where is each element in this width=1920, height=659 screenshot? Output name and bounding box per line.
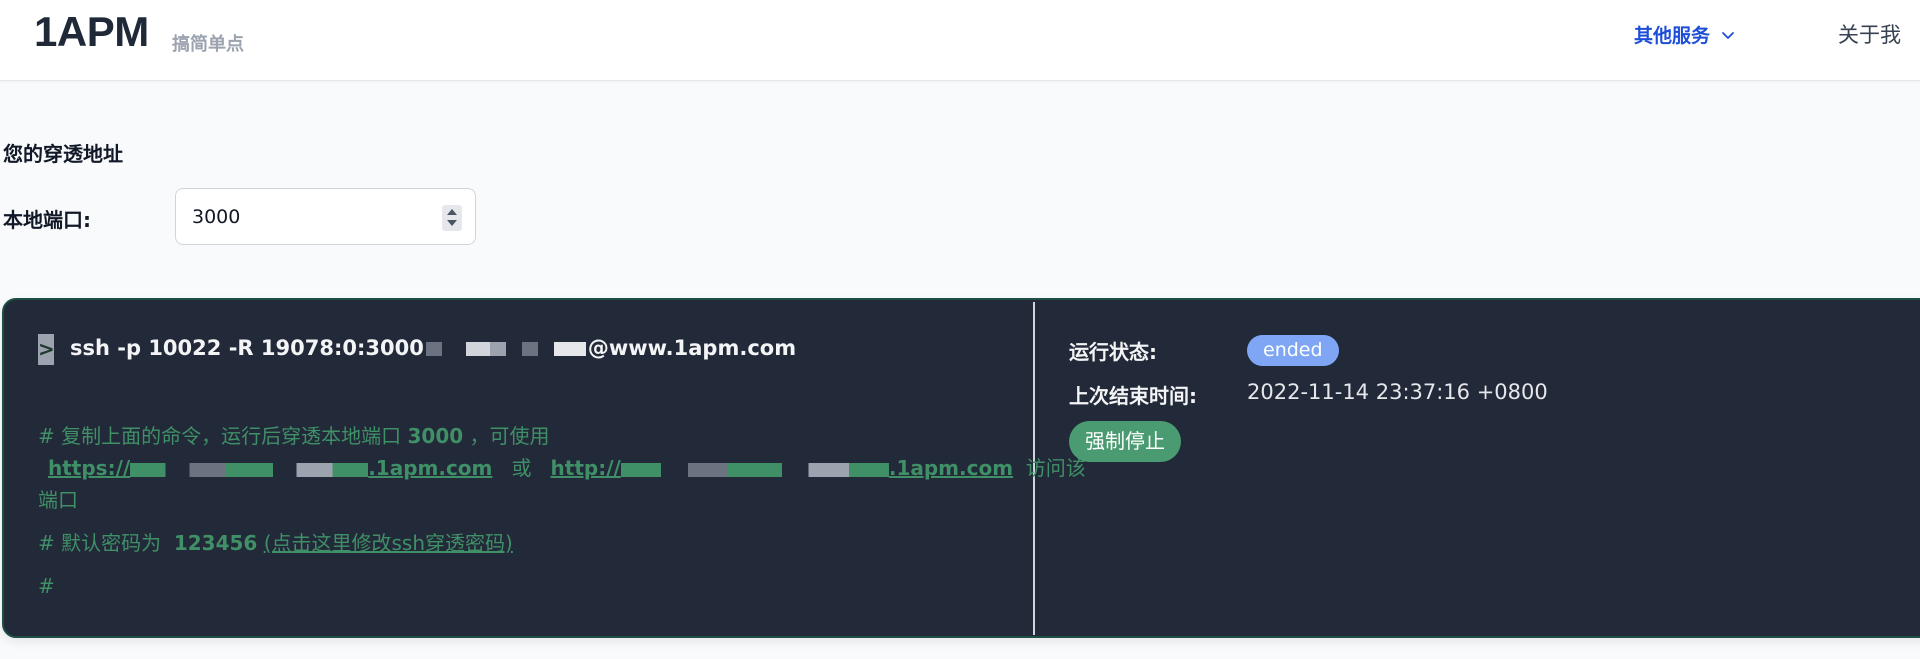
- brand-logo[interactable]: 1APM: [34, 8, 149, 56]
- force-stop-button[interactable]: 强制停止: [1069, 421, 1181, 462]
- local-port-label: 本地端口:: [3, 208, 91, 232]
- port-stepper[interactable]: [442, 205, 462, 231]
- nav-other-services[interactable]: 其他服务: [1634, 21, 1736, 48]
- ssh-command-suffix: @www.1apm.com: [587, 336, 797, 360]
- comment-line-3: 端口: [38, 488, 78, 512]
- ssh-command-prefix: ssh -p 10022 -R 19078:0:3000: [70, 336, 424, 360]
- password-value: 123456: [173, 531, 258, 555]
- or-text: 或: [511, 456, 532, 480]
- http-link-prefix: http://: [550, 456, 621, 480]
- comment-line-2: https:// .1apm.com 或 http:// .1apm.com 访问该: [48, 452, 1086, 484]
- comment-port: 3000: [407, 424, 464, 448]
- comment-text: # 复制上面的命令，运行后穿透本地端口: [38, 424, 402, 448]
- redacted-credential: [425, 342, 586, 356]
- status-badge: ended: [1247, 335, 1339, 366]
- http-tunnel-link[interactable]: http:// .1apm.com: [551, 456, 1014, 480]
- comment-tail: ，可使用: [469, 424, 550, 448]
- terminal-prompt: >: [38, 334, 55, 365]
- nav-about-me[interactable]: 关于我: [1838, 19, 1901, 49]
- local-port-field: [175, 188, 476, 245]
- nav-other-services-label: 其他服务: [1634, 25, 1711, 47]
- comment-tail-2: 访问该: [1025, 456, 1086, 480]
- http-link-suffix: .1apm.com: [888, 456, 1014, 480]
- change-password-link[interactable]: (点击这里修改ssh穿透密码): [264, 531, 513, 555]
- trailing-prompt: #: [38, 574, 55, 598]
- comment-line-1: # 复制上面的命令，运行后穿透本地端口 3000 ，可使用: [38, 420, 550, 452]
- last-end-time-label: 上次结束时间:: [1069, 384, 1197, 408]
- redacted-subdomain: [130, 462, 369, 477]
- chevron-down-icon: [1722, 31, 1734, 39]
- https-tunnel-link[interactable]: https:// .1apm.com: [48, 456, 492, 480]
- ssh-command[interactable]: ssh -p 10022 -R 19078:0:3000 @www.1apm.co…: [70, 336, 796, 360]
- https-link-suffix: .1apm.com: [368, 456, 493, 480]
- redacted-subdomain: [620, 462, 889, 477]
- https-link-prefix: https://: [48, 456, 131, 480]
- password-line: # 默认密码为 123456 (点击这里修改ssh穿透密码): [38, 527, 513, 559]
- stepper-up-icon[interactable]: [447, 209, 457, 215]
- top-header: 1APM 搞简单点 其他服务 关于我: [0, 0, 1920, 81]
- local-port-input[interactable]: [190, 189, 430, 244]
- run-status-label: 运行状态:: [1069, 340, 1157, 364]
- last-end-time-value: 2022-11-14 23:37:16 +0800: [1247, 380, 1548, 404]
- stepper-down-icon[interactable]: [447, 220, 457, 226]
- section-title: 您的穿透地址: [3, 142, 123, 166]
- brand-tagline: 搞简单点: [172, 34, 244, 55]
- password-label: # 默认密码为: [38, 531, 162, 555]
